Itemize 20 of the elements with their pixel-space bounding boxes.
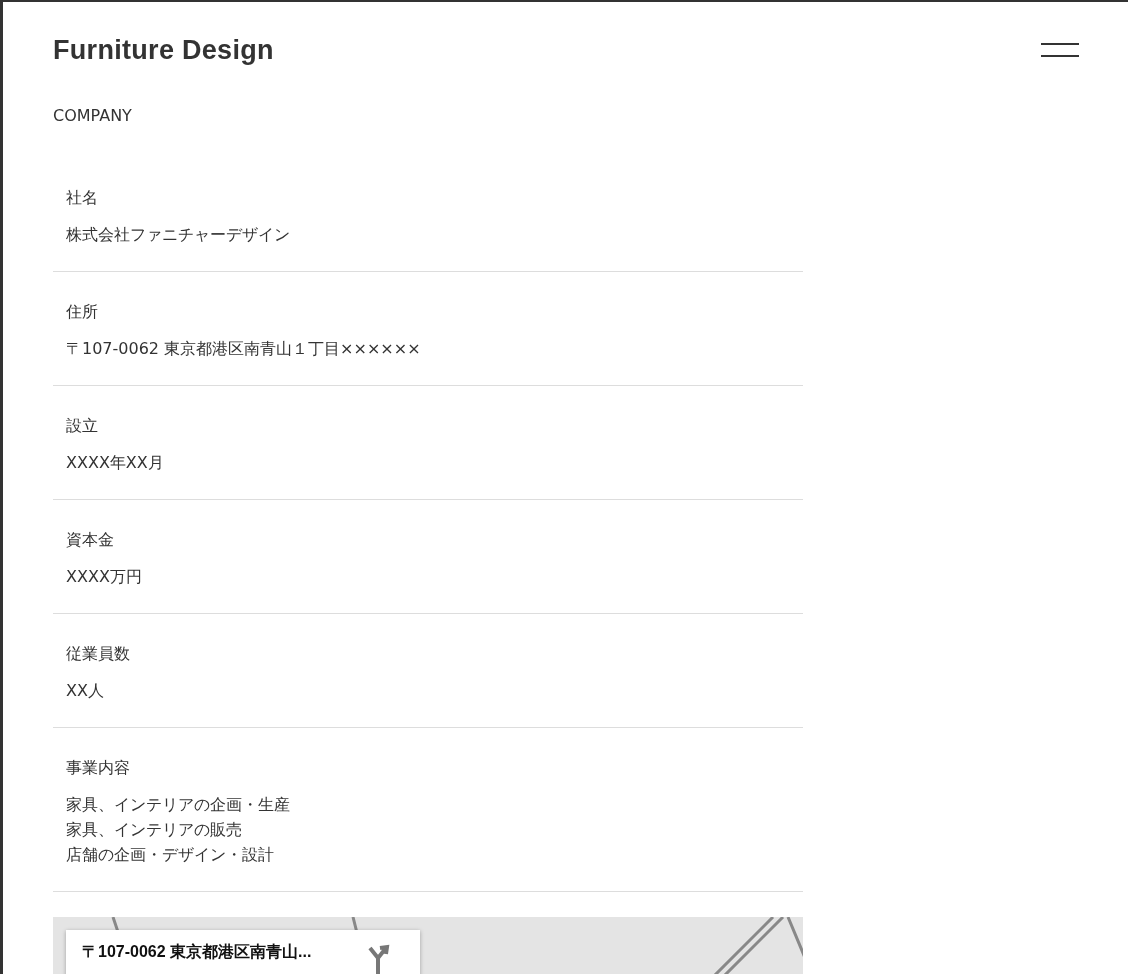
site-logo[interactable]: Furniture Design (53, 34, 274, 66)
menu-button[interactable] (1041, 43, 1079, 57)
row-label: 従業員数 (66, 643, 131, 665)
row-label: 設立 (66, 415, 99, 437)
row-value: XXXX年XX月 (66, 452, 165, 474)
row-value: 家具、インテリアの販売 (66, 819, 243, 841)
section-title: COMPANY (53, 105, 133, 127)
row-label: 資本金 (66, 529, 115, 551)
row-label: 事業内容 (66, 757, 131, 779)
row-value: 店舗の企画・デザイン・設計 (66, 844, 275, 866)
map-card-title: 〒107-0062 東京都港区南青山... (82, 942, 312, 962)
row-value: 株式会社ファニチャーデザイン (66, 224, 291, 246)
row-label: 住所 (66, 301, 99, 323)
row-value: XXXX万円 (66, 566, 143, 588)
row-value: XX人 (66, 680, 105, 702)
map-placeholder[interactable]: 〒107-0062 東京都港区南青山... (53, 917, 803, 974)
row-label: 社名 (66, 187, 99, 209)
row-value: 家具、インテリアの企画・生産 (66, 794, 291, 816)
row-value: 〒107-0062 東京都港区南青山１丁目×××××× (66, 338, 422, 360)
directions-icon[interactable] (366, 944, 390, 974)
